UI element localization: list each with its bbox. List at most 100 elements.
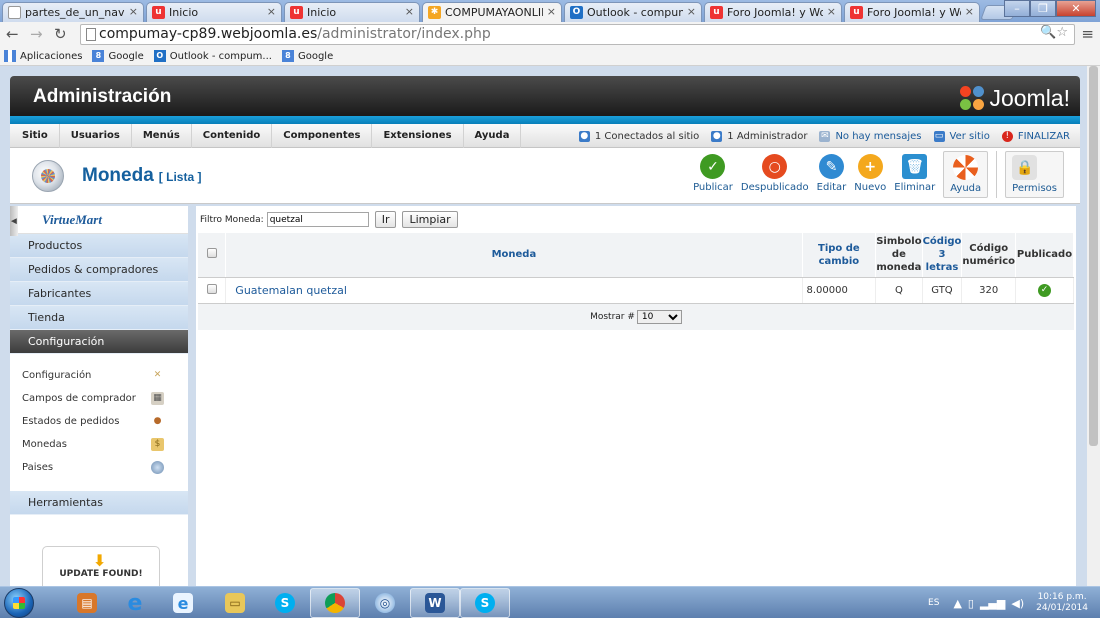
button-label: Ayuda (950, 183, 982, 194)
connected-users: ● 1 Conectados al sitio (578, 130, 699, 142)
show-hidden-icons-icon[interactable]: ▲ (953, 597, 961, 610)
header-tipo-cambio[interactable]: Tipo de cambio (802, 233, 877, 278)
close-icon[interactable]: × (405, 5, 414, 18)
menu-usuarios[interactable]: Usuarios (60, 123, 132, 148)
bookmark-google-1[interactable]: 8 Google (92, 50, 144, 62)
tab-partes-navegador[interactable]: partes_de_un_navegad × (2, 2, 144, 22)
close-icon[interactable]: × (965, 5, 974, 18)
volume-icon[interactable]: ◀) (1011, 597, 1024, 610)
taskbar-app-skype-2[interactable]: S (460, 588, 510, 618)
header-codigo-3[interactable]: Código 3 letras (922, 233, 963, 278)
start-button[interactable] (4, 588, 34, 618)
table-header-row: Moneda Tipo de cambio Simbolo de moneda … (198, 233, 1074, 278)
tab-compumayaonline[interactable]: ✱ COMPUMAYAONLINE × (422, 2, 562, 23)
close-icon[interactable]: × (547, 5, 556, 18)
joomla-mark-icon (960, 85, 986, 112)
update-found-badge[interactable]: ⬇ UPDATE FOUND! (42, 546, 160, 586)
edit-button[interactable]: ✎ Editar (817, 151, 846, 193)
taskbar-app-word[interactable]: W (410, 588, 460, 618)
page-scrollbar[interactable] (1087, 66, 1100, 586)
bookmark-apps[interactable]: Aplicaciones (4, 50, 82, 62)
publish-button[interactable]: ✓ Publicar (693, 151, 733, 193)
zoom-star-icon[interactable]: 🔍☆ (1040, 25, 1068, 40)
sidebar-item-productos[interactable]: Productos (10, 234, 188, 258)
taskbar-app-ie[interactable]: e (110, 588, 160, 618)
menu-extensiones[interactable]: Extensiones (372, 123, 464, 148)
currency-name-link[interactable]: Guatemalan quetzal (225, 277, 803, 304)
unpublish-button[interactable]: ○ Despublicado (741, 151, 809, 193)
browser-menu-icon[interactable]: ≡ (1081, 25, 1094, 43)
device-icon[interactable]: ▯ (968, 597, 974, 610)
menu-sitio[interactable]: Sitio (10, 123, 60, 148)
subitem-monedas[interactable]: Monedas $ (10, 433, 188, 456)
button-label: Despublicado (740, 182, 809, 193)
reload-icon[interactable]: ↻ (54, 25, 67, 43)
subitem-campos-comprador[interactable]: Campos de comprador ▦ (10, 387, 188, 410)
tab-foro-joomla-2[interactable]: u Foro Joomla! y WordP × (844, 2, 980, 22)
tab-outlook[interactable]: O Outlook - compumaya × (564, 2, 702, 22)
delete-button[interactable]: 🗑 Eliminar (894, 151, 935, 193)
apps-grid-icon (4, 50, 16, 62)
taskbar-app-ie-2[interactable]: e (158, 588, 208, 618)
clock-time: 10:16 p.m. (1037, 592, 1087, 602)
sidebar-item-fabricantes[interactable]: Fabricantes (10, 282, 188, 306)
menu-contenido[interactable]: Contenido (192, 123, 273, 148)
joomla-logo[interactable]: Joomla! (960, 85, 1070, 112)
taskbar-app-skype[interactable]: S (260, 588, 310, 618)
signal-icon[interactable]: ▂▄▆ (980, 597, 1005, 610)
taskbar-app-files[interactable]: ▤ (62, 588, 112, 618)
subitem-configuracion[interactable]: Configuración ✕ (10, 364, 188, 387)
subitem-label: Paises (22, 462, 54, 473)
tab-inicio-2[interactable]: u Inicio × (284, 2, 420, 22)
tab-foro-joomla-1[interactable]: u Foro Joomla! y WordP × (704, 2, 842, 22)
window-close-icon[interactable]: ✕ (1056, 0, 1096, 17)
select-all-checkbox[interactable] (206, 247, 217, 258)
close-icon[interactable]: × (129, 5, 138, 18)
sidebar-item-pedidos[interactable]: Pedidos & compradores (10, 258, 188, 282)
subitem-paises[interactable]: Paises (10, 456, 188, 479)
stop-icon: ○ (762, 154, 788, 179)
messages-link[interactable]: ✉ No hay mensajes (819, 130, 922, 142)
new-button[interactable]: + Nuevo (854, 151, 886, 193)
close-icon[interactable]: × (827, 5, 836, 18)
view-site-link[interactable]: ▭ Ver sitio (933, 130, 990, 142)
url-input[interactable]: compumay-cp89.webjoomla.es/administrator… (80, 24, 1075, 45)
close-icon[interactable]: × (267, 5, 276, 18)
taskbar-app-network[interactable]: ◎ (360, 588, 410, 618)
logout-link[interactable]: ! FINALIZAR (1001, 130, 1070, 142)
published-cell: ✓ (1015, 277, 1074, 304)
subitem-estados-pedidos[interactable]: Estados de pedidos ● (10, 410, 188, 433)
bookmark-outlook[interactable]: O Outlook - compum... (153, 50, 272, 62)
filter-input[interactable] (266, 212, 369, 227)
published-check-icon[interactable]: ✓ (1038, 283, 1051, 297)
go-button[interactable]: Ir (374, 211, 397, 228)
permissions-button[interactable]: 🔒 Permisos (996, 151, 1064, 198)
row-checkbox[interactable] (206, 283, 217, 294)
menu-menus[interactable]: Menús (132, 123, 192, 148)
tab-title: COMPUMAYAONLINE (445, 6, 543, 19)
clear-button[interactable]: Limpiar (402, 211, 458, 228)
language-indicator[interactable]: ES (928, 598, 939, 608)
sidebar-item-herramientas[interactable]: Herramientas (10, 491, 188, 515)
menu-componentes[interactable]: Componentes (272, 123, 373, 148)
taskbar-app-chrome[interactable] (310, 588, 360, 618)
clock[interactable]: 10:16 p.m. 24/01/2014 (1036, 592, 1088, 614)
list-limit-select[interactable]: 10 (636, 310, 682, 324)
tab-inicio-1[interactable]: u Inicio × (146, 2, 282, 22)
help-button[interactable]: Ayuda (943, 151, 989, 198)
forward-arrow-icon[interactable]: → (30, 25, 43, 43)
sidebar-item-tienda[interactable]: Tienda (10, 306, 188, 330)
collapse-sidebar-icon[interactable]: ◀ (10, 206, 18, 236)
minimize-icon[interactable]: – (1004, 0, 1030, 17)
sidebar-item-configuracion[interactable]: Configuración (10, 330, 188, 354)
menu-ayuda[interactable]: Ayuda (464, 123, 522, 148)
scrollbar-thumb[interactable] (1089, 66, 1098, 446)
restore-icon[interactable]: ❐ (1030, 0, 1056, 17)
header-moneda[interactable]: Moneda (225, 233, 803, 278)
close-icon[interactable]: × (687, 5, 696, 18)
back-arrow-icon[interactable]: ← (6, 25, 19, 43)
taskbar-app-explorer[interactable]: ▭ (210, 588, 260, 618)
u-favicon-icon: u (850, 6, 863, 19)
bookmark-label: Google (108, 50, 144, 62)
bookmark-google-2[interactable]: 8 Google (281, 50, 333, 62)
